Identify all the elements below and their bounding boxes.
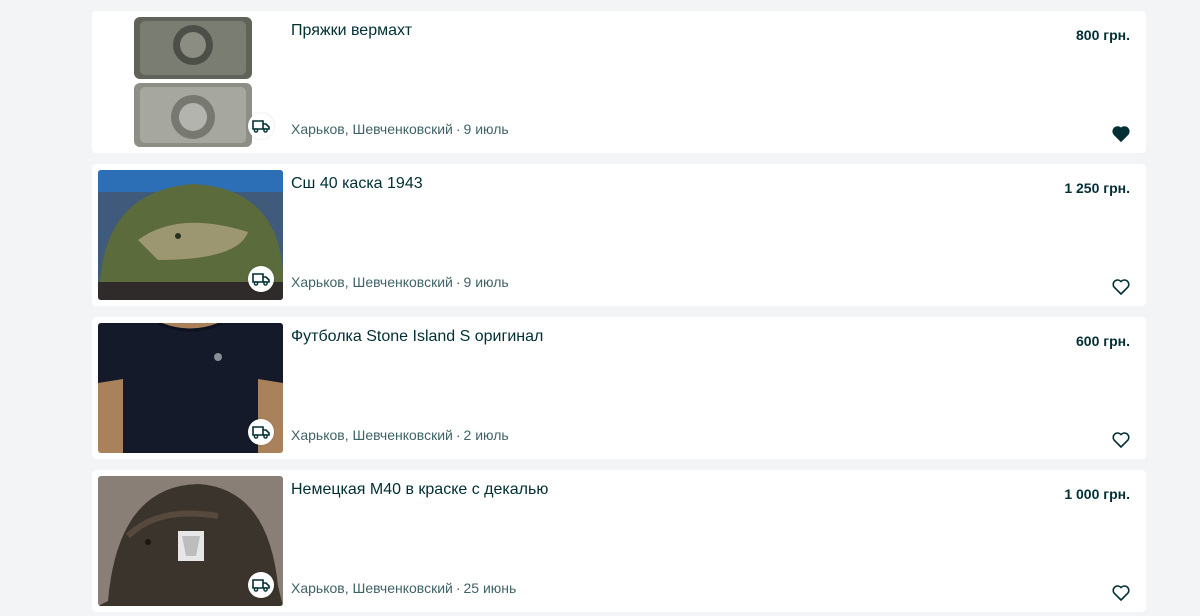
listing-price: 1 000 грн. xyxy=(1064,486,1130,502)
listing-card[interactable]: Пряжки вермахт 800 грн. Харьков, Шевченк… xyxy=(92,11,1146,153)
listing-meta: Харьков, Шевченковский · 9 июль xyxy=(291,121,509,137)
meta-separator: · xyxy=(455,580,461,596)
meta-separator: · xyxy=(455,121,461,137)
favorite-heart-icon[interactable] xyxy=(1112,431,1130,449)
meta-separator: · xyxy=(455,427,461,443)
listing-date: 2 июль xyxy=(463,427,509,443)
favorite-heart-icon[interactable] xyxy=(1112,584,1130,602)
listing-price: 600 грн. xyxy=(1076,333,1130,349)
listing-location: Харьков, Шевченковский xyxy=(291,427,453,443)
listing-meta: Харьков, Шевченковский · 9 июль xyxy=(291,274,509,290)
listing-card[interactable]: Немецкая М40 в краске с декалью 1 000 гр… xyxy=(92,470,1146,612)
meta-separator: · xyxy=(455,274,461,290)
favorite-heart-icon[interactable] xyxy=(1112,125,1130,143)
listing-date: 9 июль xyxy=(463,121,509,137)
favorite-heart-icon[interactable] xyxy=(1112,278,1130,296)
delivery-icon xyxy=(248,266,274,292)
listing-location: Харьков, Шевченковский xyxy=(291,274,453,290)
listing-card[interactable]: Сш 40 каска 1943 1 250 грн. Харьков, Шев… xyxy=(92,164,1146,306)
listing-location: Харьков, Шевченковский xyxy=(291,121,453,137)
delivery-icon xyxy=(248,419,274,445)
listing-title[interactable]: Немецкая М40 в краске с декалью xyxy=(291,480,548,500)
listing-title[interactable]: Футболка Stone Island S оригинал xyxy=(291,327,543,347)
listing-date: 9 июль xyxy=(463,274,509,290)
listing-location: Харьков, Шевченковский xyxy=(291,580,453,596)
listing-date: 25 июнь xyxy=(463,580,517,596)
listing-title[interactable]: Сш 40 каска 1943 xyxy=(291,174,423,194)
listing-price: 1 250 грн. xyxy=(1064,180,1130,196)
listing-price: 800 грн. xyxy=(1076,27,1130,43)
delivery-icon xyxy=(248,572,274,598)
listing-meta: Харьков, Шевченковский · 2 июль xyxy=(291,427,509,443)
listing-title[interactable]: Пряжки вермахт xyxy=(291,21,412,41)
delivery-icon xyxy=(248,113,274,139)
listing-card[interactable]: Футболка Stone Island S оригинал 600 грн… xyxy=(92,317,1146,459)
listing-meta: Харьков, Шевченковский · 25 июнь xyxy=(291,580,516,596)
